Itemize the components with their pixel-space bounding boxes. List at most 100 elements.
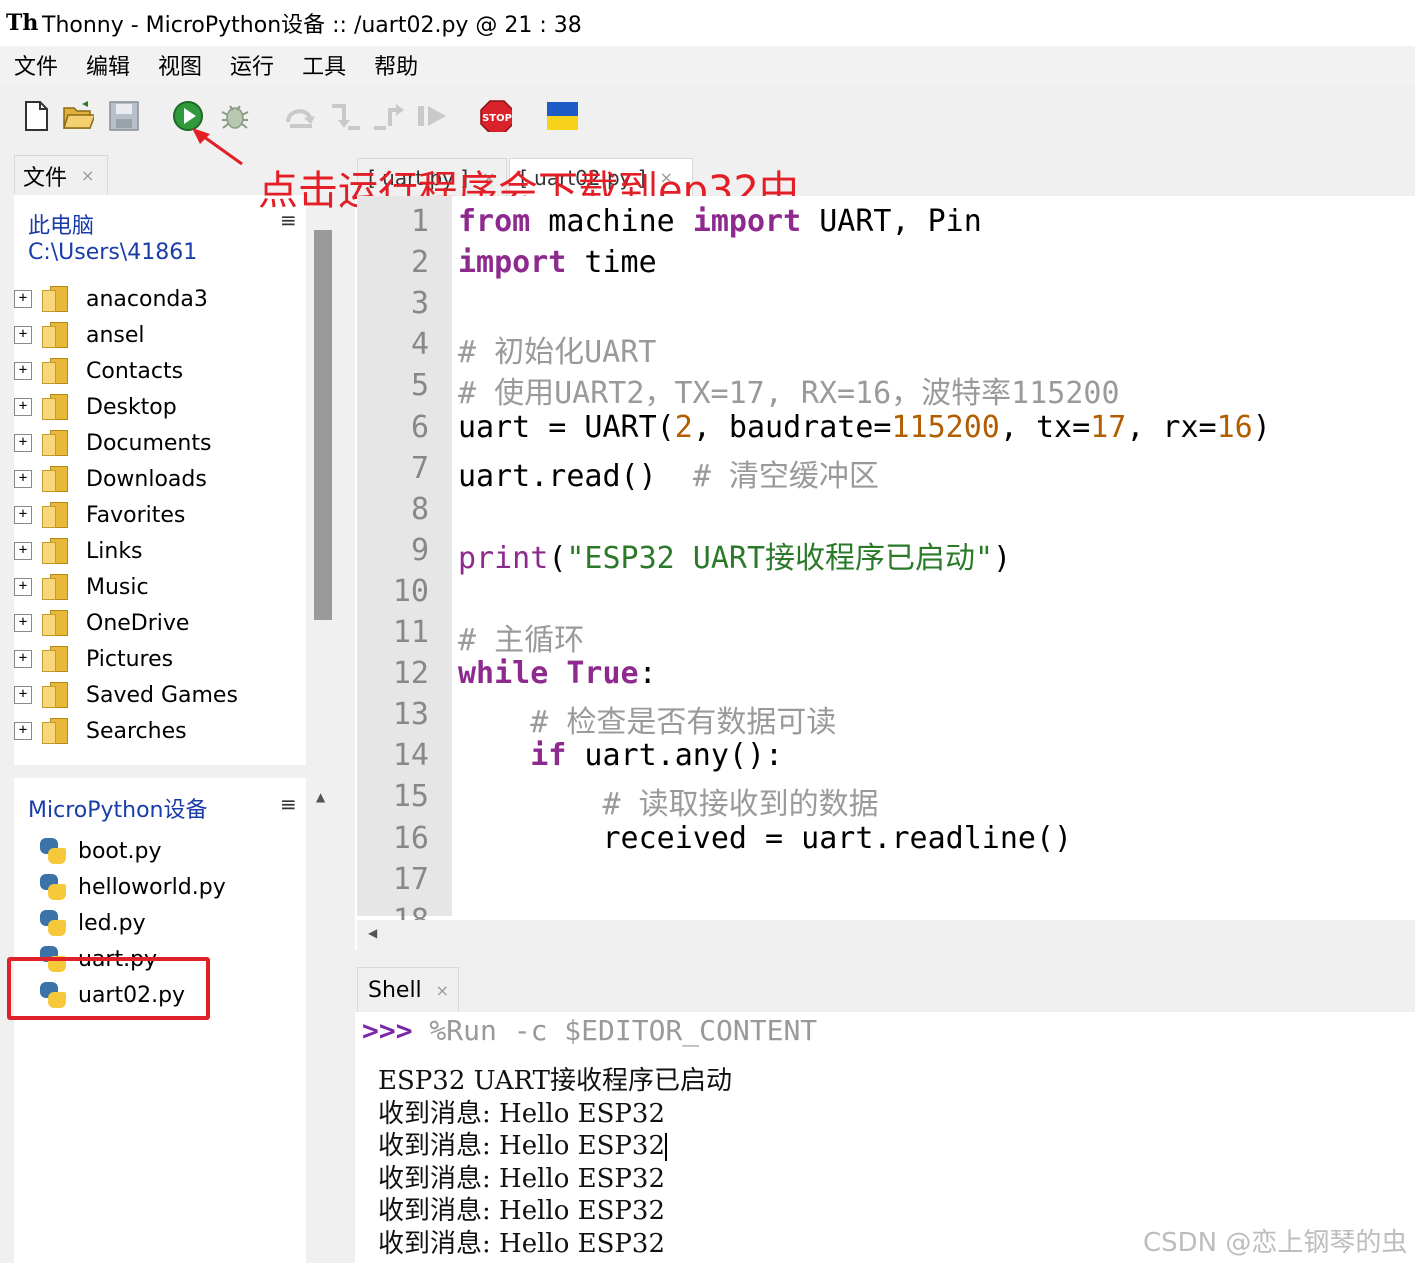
save-file-icon[interactable] xyxy=(108,100,140,132)
menu-run[interactable]: 运行 xyxy=(230,49,274,81)
device-file-row[interactable]: helloworld.py xyxy=(38,869,226,905)
folder-row[interactable]: + Saved Games xyxy=(14,677,238,713)
ukraine-flag-icon[interactable] xyxy=(546,100,578,132)
python-file-icon xyxy=(38,872,68,902)
shell-output-line: 收到消息: Hello ESP32 xyxy=(378,1163,666,1194)
folder-name: Searches xyxy=(86,718,187,744)
this-pc-link[interactable]: 此电脑 xyxy=(28,208,94,240)
highlight-box xyxy=(7,957,210,1020)
folder-name: Music xyxy=(86,574,149,600)
menu-file[interactable]: 文件 xyxy=(14,49,58,81)
expand-plus-icon[interactable]: + xyxy=(14,506,32,524)
expand-plus-icon[interactable]: + xyxy=(14,434,32,452)
menu-view[interactable]: 视图 xyxy=(158,49,202,81)
expand-plus-icon[interactable]: + xyxy=(14,578,32,596)
open-file-icon[interactable] xyxy=(62,100,94,132)
expand-plus-icon[interactable]: + xyxy=(14,362,32,380)
shell-output-line: 收到消息: Hello ESP32 xyxy=(378,1131,668,1161)
watermark: CSDN @恋上钢琴的虫 xyxy=(1143,1228,1408,1258)
folder-icon xyxy=(40,718,70,744)
menu-help[interactable]: 帮助 xyxy=(374,49,418,81)
expand-plus-icon[interactable]: + xyxy=(14,398,32,416)
step-out-icon[interactable] xyxy=(372,100,404,132)
expand-plus-icon[interactable]: + xyxy=(14,542,32,560)
resume-icon[interactable] xyxy=(416,100,448,132)
expand-plus-icon[interactable]: + xyxy=(14,290,32,308)
code-line: # 读取接收到的数据 xyxy=(602,787,879,823)
expand-plus-icon[interactable]: + xyxy=(14,722,32,740)
device-file-row[interactable]: boot.py xyxy=(38,833,162,869)
step-over-icon[interactable] xyxy=(284,100,316,132)
code-line: # 初始化UART xyxy=(458,335,657,371)
line-number: 10 xyxy=(392,573,429,609)
line-number: 7 xyxy=(410,450,429,486)
device-file-name: helloworld.py xyxy=(78,874,226,900)
device-menu-icon[interactable]: ≡ xyxy=(280,792,297,816)
code-line: # 使用UART2，TX=17, RX=16，波特率115200 xyxy=(458,376,1120,412)
annotation-arrow xyxy=(192,128,243,166)
folder-name: Documents xyxy=(86,430,212,456)
shell-output-line: 收到消息: Hello ESP32 xyxy=(378,1196,666,1226)
expand-plus-icon[interactable]: + xyxy=(14,650,32,668)
code-line: while True: xyxy=(458,656,657,692)
editor-horizontal-scrollbar[interactable] xyxy=(357,920,1415,950)
folder-row[interactable]: + Desktop xyxy=(14,389,177,425)
folder-row[interactable]: + Searches xyxy=(14,713,187,749)
current-path-link[interactable]: C:\Users\41861 xyxy=(28,240,197,265)
new-file-icon[interactable] xyxy=(20,100,52,132)
python-file-icon xyxy=(38,908,68,938)
scroll-up-icon[interactable]: ▲ xyxy=(316,790,325,804)
shell-tab-close-icon[interactable]: × xyxy=(436,981,449,1000)
code-line: print("ESP32 UART接收程序已启动") xyxy=(458,540,1012,576)
expand-plus-icon[interactable]: + xyxy=(14,686,32,704)
line-number: 3 xyxy=(410,286,429,322)
folder-icon xyxy=(40,286,70,312)
shell-tab-bar xyxy=(355,950,1415,1012)
folder-row[interactable]: + Downloads xyxy=(14,461,207,497)
line-number: 16 xyxy=(392,820,429,856)
code-line: import time xyxy=(458,245,657,281)
line-number: 13 xyxy=(392,697,429,733)
expand-plus-icon[interactable]: + xyxy=(14,614,32,632)
folder-row[interactable]: + OneDrive xyxy=(14,605,189,641)
python-file-icon xyxy=(38,836,68,866)
stop-icon[interactable]: STOP xyxy=(480,100,512,132)
folder-name: Links xyxy=(86,538,143,564)
step-into-icon[interactable] xyxy=(328,100,360,132)
folder-row[interactable]: + Contacts xyxy=(14,353,183,389)
folder-row[interactable]: + Documents xyxy=(14,425,211,461)
line-number: 17 xyxy=(392,861,429,897)
scroll-left-icon[interactable]: ◀ xyxy=(368,926,377,940)
files-tab[interactable]: 文件 × xyxy=(14,155,108,195)
shell-output-line: 收到消息: Hello ESP32 xyxy=(378,1098,666,1129)
line-number: 2 xyxy=(410,245,429,281)
folder-row[interactable]: + Links xyxy=(14,533,143,569)
code-line: from machine import UART, Pin xyxy=(458,204,982,239)
line-number: 8 xyxy=(410,491,429,527)
device-file-row[interactable]: led.py xyxy=(38,905,146,941)
folder-row[interactable]: + Pictures xyxy=(14,641,173,677)
micropython-device-header[interactable]: MicroPython设备 xyxy=(28,792,207,824)
folder-row[interactable]: + anaconda3 xyxy=(14,281,208,317)
menu-edit[interactable]: 编辑 xyxy=(86,49,130,81)
folder-row[interactable]: + Favorites xyxy=(14,497,185,533)
expand-plus-icon[interactable]: + xyxy=(14,470,32,488)
folder-icon xyxy=(40,646,70,672)
line-number: 5 xyxy=(410,368,429,404)
files-tab-close-icon[interactable]: × xyxy=(81,166,94,185)
expand-plus-icon[interactable]: + xyxy=(14,326,32,344)
folder-icon xyxy=(40,394,70,420)
folder-row[interactable]: + ansel xyxy=(14,317,145,353)
folder-name: Saved Games xyxy=(86,682,238,708)
line-number: 9 xyxy=(410,532,429,568)
line-number: 1 xyxy=(410,204,429,239)
folder-name: OneDrive xyxy=(86,610,190,636)
thonny-app-icon: Th xyxy=(6,10,39,36)
shell-tab[interactable]: Shell × xyxy=(357,967,459,1012)
files-scrollbar[interactable] xyxy=(314,230,332,620)
window-title: Thonny - MicroPython设备 :: /uart02.py @ 2… xyxy=(42,13,582,38)
folder-icon xyxy=(40,682,70,708)
folder-row[interactable]: + Music xyxy=(14,569,149,605)
shell-prompt: >>> xyxy=(362,1014,413,1047)
menu-tools[interactable]: 工具 xyxy=(302,49,346,81)
